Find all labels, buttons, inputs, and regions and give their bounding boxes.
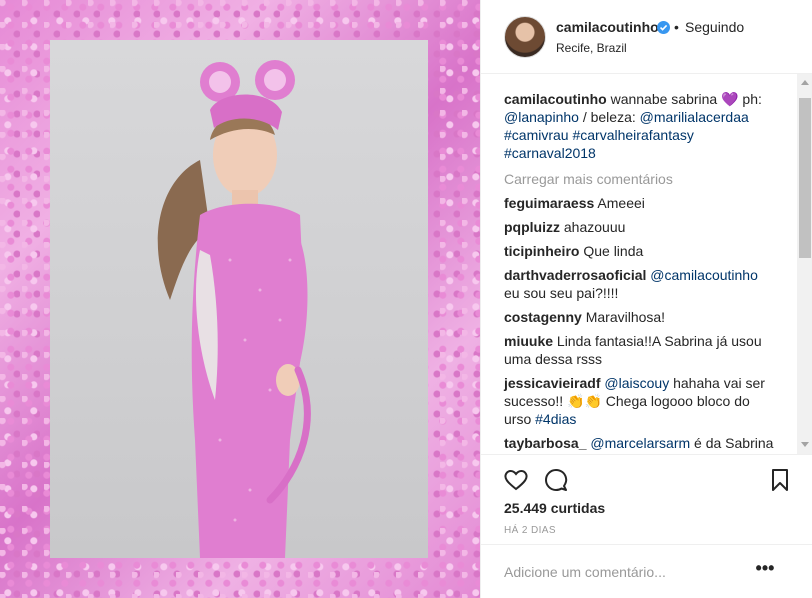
comment-item: costagenny Maravilhosa!: [504, 308, 774, 326]
photo-illustration: [157, 60, 311, 558]
comment-username[interactable]: darthvaderrosaoficial: [504, 267, 646, 283]
follow-status-button[interactable]: Seguindo: [685, 19, 744, 35]
bookmark-icon[interactable]: [767, 467, 793, 493]
comments-scrollbar-thumb[interactable]: [799, 98, 811, 258]
scroll-down-arrow-icon[interactable]: [801, 442, 809, 447]
comment-mention[interactable]: @marcelarsarm: [590, 435, 690, 451]
comment-item: miuuke Linda fantasia!!A Sabrina já usou…: [504, 332, 774, 368]
comment-username[interactable]: taybarbosa_: [504, 435, 586, 451]
caption-mention[interactable]: @lanapinho: [504, 109, 579, 125]
verified-icon: [657, 21, 670, 34]
comment-username[interactable]: jessicavieiradf: [504, 375, 601, 391]
comment-text: é da Sabrina: [690, 435, 774, 451]
comments-section: camilacoutinho wannabe sabrina 💜 ph: @la…: [481, 74, 812, 454]
comment-mention[interactable]: @laiscouy: [604, 375, 669, 391]
caption: camilacoutinho wannabe sabrina 💜 ph: @la…: [504, 90, 774, 162]
comment-item: ticipinheiro Que linda: [504, 242, 774, 260]
header-separator: •: [674, 19, 679, 35]
add-comment-input[interactable]: [504, 561, 744, 583]
comment-item: jessicavieiradf @laiscouy hahaha vai ser…: [504, 374, 774, 428]
comment-item: feguimaraess Ameeei: [504, 194, 774, 212]
comment-username[interactable]: ticipinheiro: [504, 243, 579, 259]
post-sidebar: camilacoutinho • Seguindo Recife, Brazil…: [480, 0, 812, 598]
comment-item: pqpluizz ahazouuu: [504, 218, 774, 236]
location-link[interactable]: Recife, Brazil: [556, 41, 627, 55]
avatar[interactable]: [504, 16, 546, 58]
caption-text: / beleza:: [578, 109, 640, 125]
comment-text: Maravilhosa!: [585, 309, 666, 325]
comment-username[interactable]: feguimaraess: [504, 195, 594, 211]
caption-hashtags[interactable]: #camivrau #carvalheirafantasy #carnaval2…: [504, 127, 694, 161]
load-more-comments-button[interactable]: Carregar mais comentários: [504, 170, 774, 188]
add-comment-bar: •••: [481, 544, 812, 598]
post-media: [0, 0, 480, 598]
header-username[interactable]: camilacoutinho: [556, 19, 659, 35]
comment-hashtag[interactable]: #4dias: [535, 411, 576, 427]
comment-username[interactable]: costagenny: [504, 309, 582, 325]
comment-username[interactable]: pqpluizz: [504, 219, 560, 235]
comment-item: taybarbosa_ @marcelarsarm é da Sabrina: [504, 434, 774, 452]
caption-mention[interactable]: @marilialacerdaa: [640, 109, 749, 125]
comment-item: darthvaderrosaoficial @camilacoutinho eu…: [504, 266, 774, 302]
instagram-post: camilacoutinho • Seguindo Recife, Brazil…: [0, 0, 812, 598]
caption-username[interactable]: camilacoutinho: [504, 91, 607, 107]
post-timestamp[interactable]: HÁ 2 DIAS: [504, 525, 556, 536]
heart-icon[interactable]: [503, 467, 529, 493]
more-options-icon[interactable]: •••: [753, 559, 777, 583]
comment-text: Que linda: [583, 243, 644, 259]
scroll-up-arrow-icon[interactable]: [801, 80, 809, 85]
comment-text: eu sou seu pai?!!!!: [504, 285, 619, 301]
post-actions: 25.449 curtidas HÁ 2 DIAS: [481, 454, 812, 544]
comment-icon[interactable]: [543, 467, 569, 493]
comment-username[interactable]: miuuke: [504, 333, 553, 349]
post-header: camilacoutinho • Seguindo Recife, Brazil: [481, 0, 812, 74]
post-photo[interactable]: [50, 40, 428, 558]
comment-mention[interactable]: @camilacoutinho: [650, 267, 758, 283]
likes-count[interactable]: 25.449 curtidas: [504, 500, 605, 516]
comment-text: Ameeei: [597, 195, 645, 211]
comment-text: ahazouuu: [563, 219, 626, 235]
caption-text: wannabe sabrina 💜 ph:: [606, 91, 762, 107]
